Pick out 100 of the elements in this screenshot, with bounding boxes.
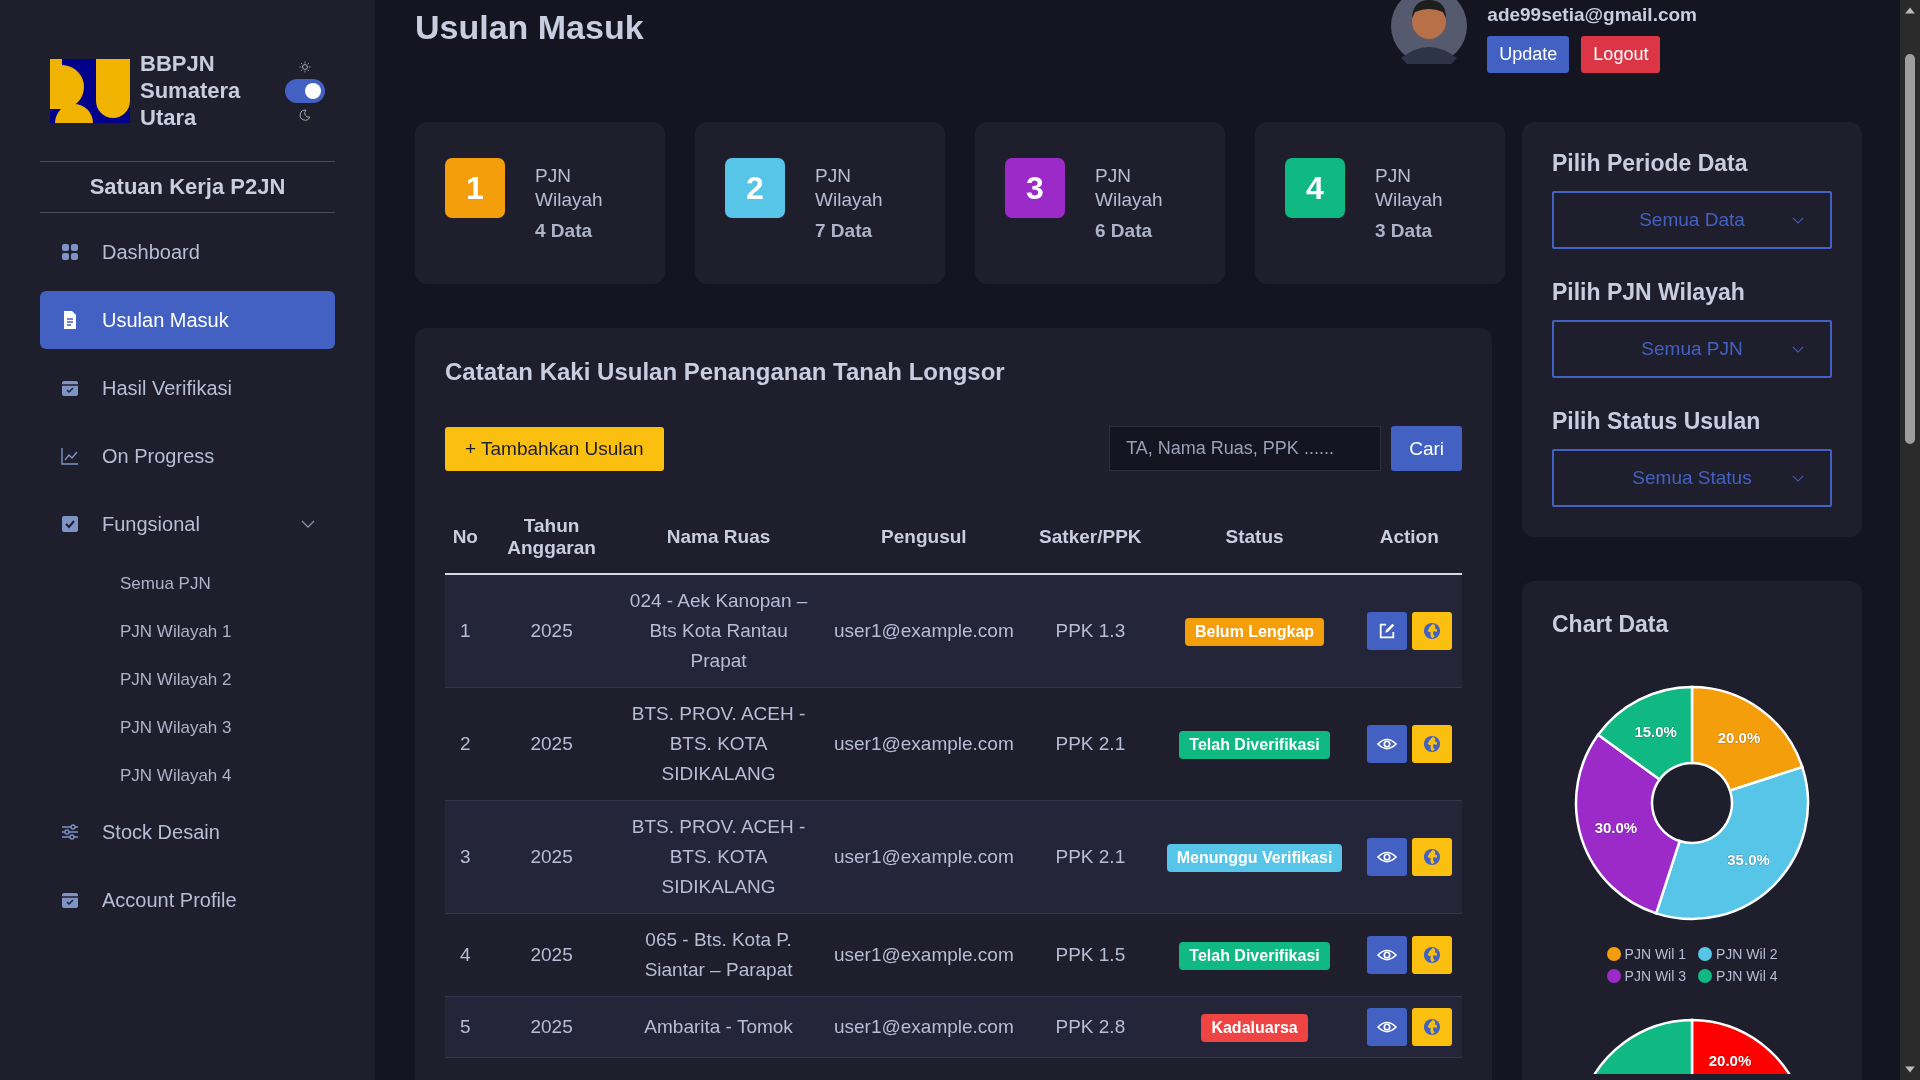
stat-label: PJN Wilayah: [535, 164, 604, 212]
stat-label: PJN Wilayah: [1095, 164, 1164, 212]
view-button[interactable]: [1366, 936, 1407, 974]
table-cell: PPK 2.8: [1028, 996, 1153, 1058]
number-badge: 3: [1005, 158, 1065, 218]
search-button[interactable]: Cari: [1391, 426, 1462, 471]
number-badge: 1: [445, 158, 505, 218]
moon-icon: [299, 108, 311, 121]
table-cell: 2025: [485, 800, 618, 914]
number-badge: 4: [1285, 158, 1345, 218]
scroll-down-icon[interactable]: [1904, 1066, 1916, 1074]
slice-label: 20.0%: [1717, 729, 1761, 747]
slice-label: 15.0%: [1634, 722, 1677, 740]
slice-label: 30.0%: [1594, 818, 1638, 836]
calendar-icon: [60, 378, 80, 398]
status-badge: Belum Lengkap: [1184, 618, 1325, 646]
filter-title: Pilih Periode Data: [1552, 150, 1749, 177]
legend-label: PJN Wil 1: [1624, 946, 1686, 962]
table-cell: user1@example.com: [819, 996, 1029, 1058]
stat-label: PJN Wilayah: [1375, 164, 1444, 212]
table-cell: BTS. PROV. ACEH - BTS. KOTA SIDIKALANG: [617, 800, 820, 914]
table-cell: 2025: [485, 574, 618, 688]
table-cell: 2: [445, 687, 486, 801]
table-cell: 5: [445, 996, 486, 1058]
theme-toggle[interactable]: [285, 78, 325, 103]
chart-icon: [60, 446, 80, 466]
sidebar-item[interactable]: Stock Desain: [40, 803, 335, 861]
table-cell: BTS. PROV. ACEH - BTS. KOTA SIDIKALANG: [617, 687, 820, 801]
status-badge: Telah Diverifikasi: [1179, 731, 1330, 759]
number-badge: 2: [725, 158, 785, 218]
table-cell: 2025: [485, 996, 618, 1058]
globe-button[interactable]: [1411, 1008, 1452, 1046]
update-button[interactable]: Update: [1487, 36, 1570, 73]
card-title: Catatan Kaki Usulan Penanganan Tanah Longsor: [445, 358, 1006, 386]
table-cell: 2025: [485, 687, 618, 801]
scroll-up-icon[interactable]: [1904, 6, 1916, 14]
table-cell: Ambarita - Tomok: [617, 996, 820, 1058]
logout-button[interactable]: Logout: [1581, 36, 1661, 73]
sidebar-item[interactable]: Hasil Verifikasi: [40, 359, 335, 417]
calendar-icon: [60, 890, 80, 910]
chevron-icon: [1792, 474, 1804, 482]
stat-count: 7 Data: [815, 220, 874, 242]
brand-name: Sumatera: [140, 77, 242, 104]
slice-label: 35.0%: [1727, 850, 1770, 868]
check-icon: [60, 514, 80, 534]
table-cell: PPK 2.1: [1028, 687, 1153, 801]
sun-icon: [299, 60, 311, 73]
sidebar-item[interactable]: Usulan Masuk: [40, 291, 335, 349]
globe-icon: [1421, 946, 1442, 964]
table-cell: PPK 1.3: [1028, 574, 1153, 688]
stat-count: 6 Data: [1095, 220, 1154, 242]
sidebar-item[interactable]: Fungsional: [40, 495, 335, 553]
sidebar-item[interactable]: On Progress: [40, 427, 335, 485]
sidebar-item[interactable]: Account Profile: [40, 871, 335, 929]
status-badge: Kadaluarsa: [1201, 1014, 1308, 1042]
scroll-thumb[interactable]: [1905, 54, 1915, 444]
table-cell: user1@example.com: [819, 800, 1029, 914]
stat-label: PJN Wilayah: [815, 164, 884, 212]
legend-label: PJN Wil 3: [1624, 968, 1686, 984]
chart-title: Chart Data: [1552, 611, 1670, 638]
chevron-icon: [1792, 216, 1804, 224]
globe-icon: [1421, 848, 1442, 866]
table-cell: 3: [445, 800, 486, 914]
table-cell: 4: [445, 913, 486, 997]
legend-label: PJN Wil 2: [1716, 946, 1778, 962]
edit-button[interactable]: [1366, 612, 1407, 650]
brand-name: Utara: [140, 104, 198, 131]
view-button[interactable]: [1366, 725, 1407, 763]
globe-button[interactable]: [1411, 612, 1452, 650]
table-cell: user1@example.com: [819, 574, 1029, 688]
brand-name: BBPJN: [140, 50, 216, 77]
grid-icon: [60, 242, 80, 262]
legend-label: PJN Wil 4: [1716, 968, 1778, 984]
unit-title: Satuan Kerja P2JN: [40, 161, 335, 213]
globe-button[interactable]: [1411, 725, 1452, 763]
filter-title: Pilih Status Usulan: [1552, 408, 1762, 435]
globe-button[interactable]: [1411, 838, 1452, 876]
globe-icon: [1421, 622, 1442, 640]
table-cell: 2025: [485, 913, 618, 997]
chevron-icon: [1792, 345, 1804, 353]
table-cell: 024 - Aek Kanopan – Bts Kota Rantau Prapat: [617, 574, 820, 688]
sidebar-item[interactable]: Dashboard: [40, 223, 335, 281]
view-button[interactable]: [1366, 1008, 1407, 1046]
globe-icon: [1421, 1018, 1442, 1036]
table-cell: PPK 2.1: [1028, 800, 1153, 914]
table-cell: user1@example.com: [819, 687, 1029, 801]
page-title: Usulan Masuk: [415, 8, 644, 47]
view-button[interactable]: [1366, 838, 1407, 876]
table-cell: 1: [445, 574, 486, 688]
globe-icon: [1421, 735, 1442, 753]
add-button[interactable]: + Tambahkan Usulan: [445, 426, 664, 471]
table-cell: 065 - Bts. Kota P. Siantar – Parapat: [617, 913, 820, 997]
search-field[interactable]: TA, Nama Ruas, PPK ......: [1109, 426, 1382, 471]
scrollbar[interactable]: [1900, 0, 1920, 1080]
status-badge: Menunggu Verifikasi: [1166, 844, 1343, 872]
user-email: ade99setia@gmail.com: [1487, 4, 1697, 26]
globe-button[interactable]: [1411, 936, 1452, 974]
stat-count: 3 Data: [1375, 220, 1434, 242]
filter-title: Pilih PJN Wilayah: [1552, 279, 1746, 306]
status-badge: Telah Diverifikasi: [1179, 942, 1330, 970]
